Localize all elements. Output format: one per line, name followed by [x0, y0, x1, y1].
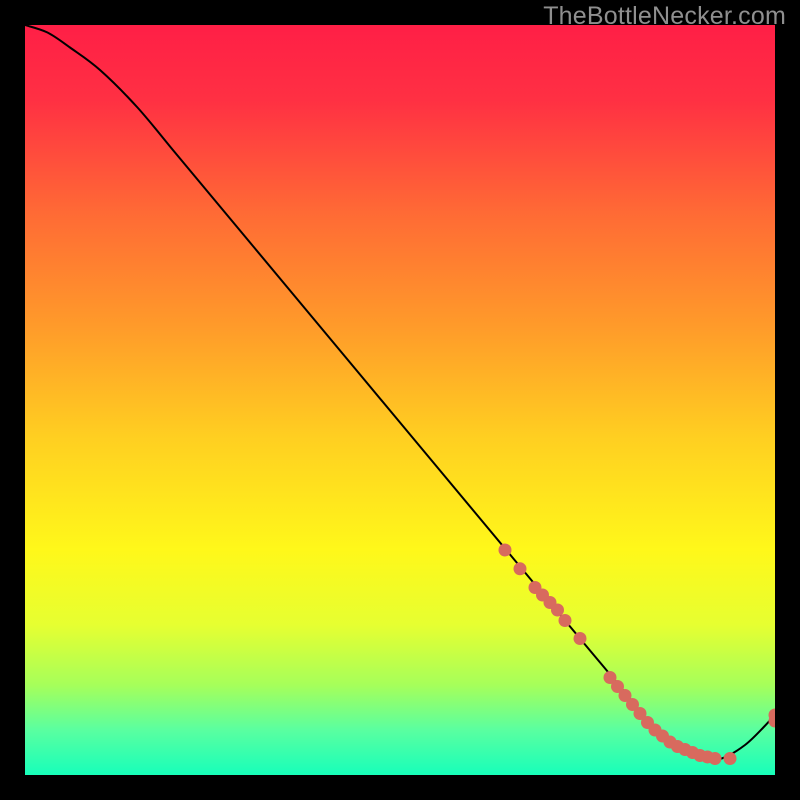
- data-point: [724, 752, 737, 765]
- data-point: [559, 614, 572, 627]
- gradient-background: [25, 25, 775, 775]
- data-point: [574, 632, 587, 645]
- data-point: [709, 752, 722, 765]
- data-point: [551, 604, 564, 617]
- data-point: [514, 562, 527, 575]
- chart-plot-area: [25, 25, 775, 775]
- data-point: [499, 544, 512, 557]
- bottleneck-chart: [25, 25, 775, 775]
- chart-frame: TheBottleNecker.com: [0, 0, 800, 800]
